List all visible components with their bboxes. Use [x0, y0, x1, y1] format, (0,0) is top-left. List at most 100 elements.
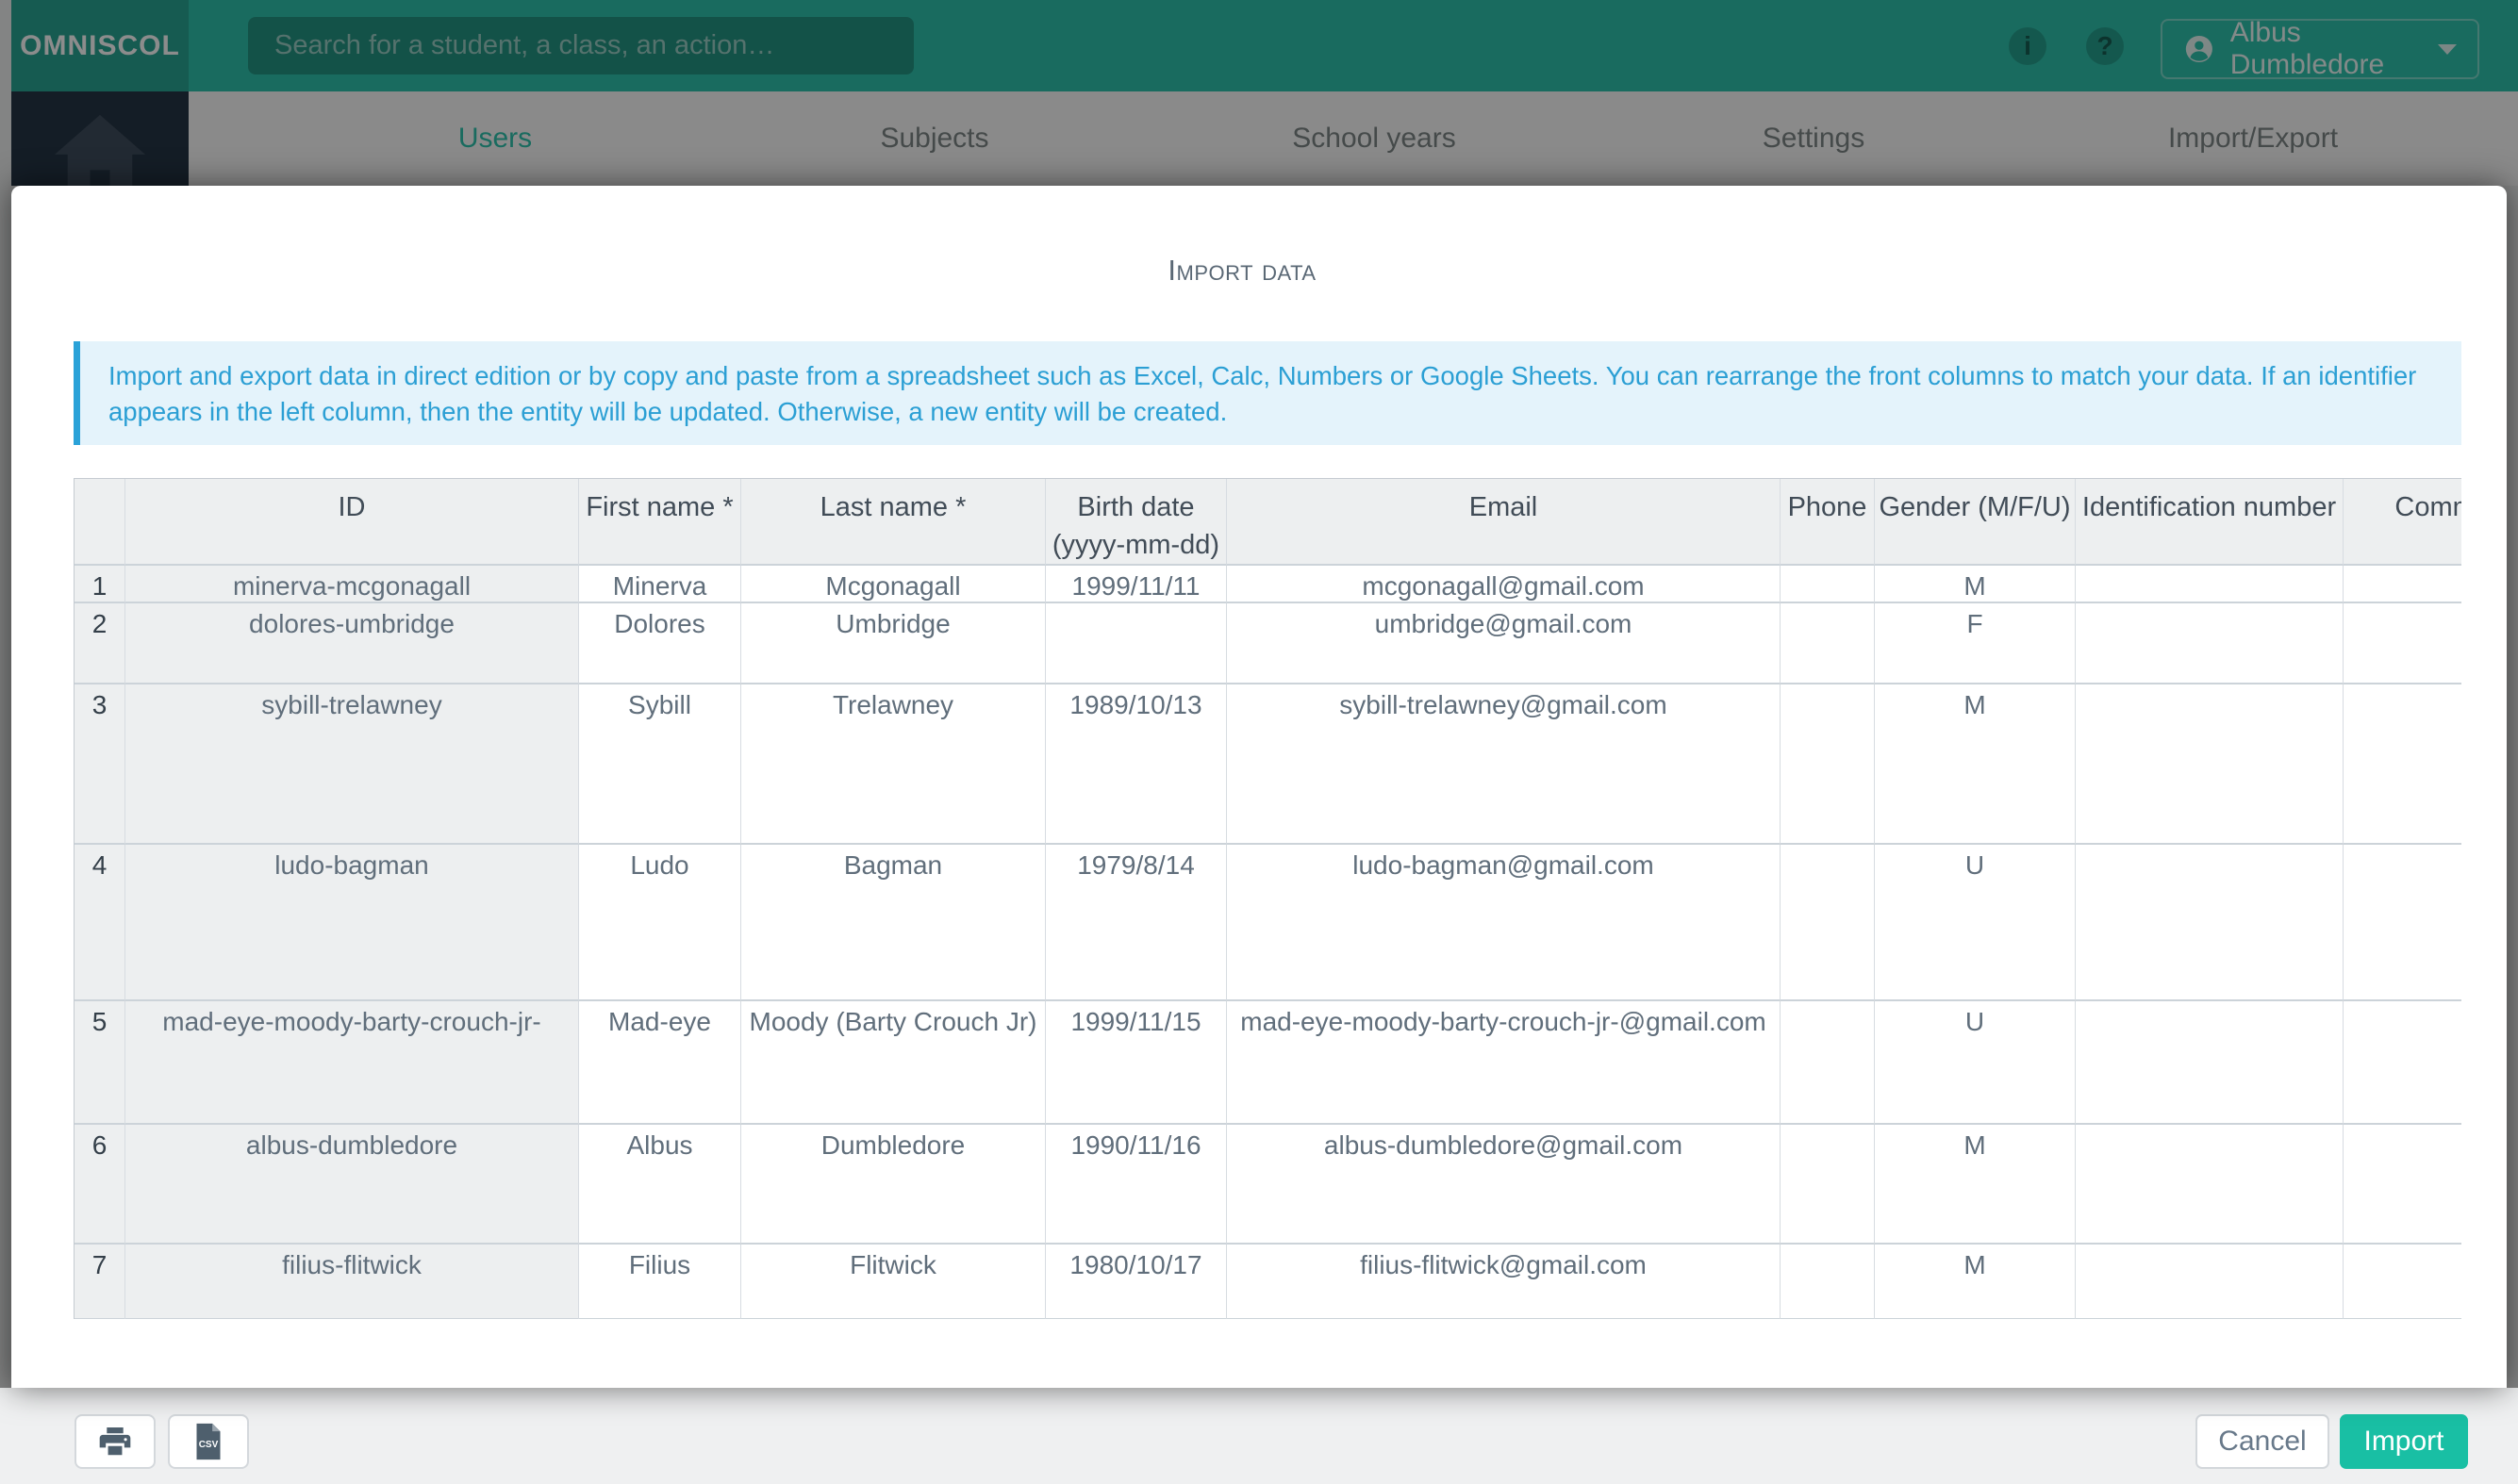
cell-phone[interactable]	[1781, 603, 1875, 684]
cell-gender[interactable]: M	[1875, 1125, 2076, 1245]
table-row: 1minerva-mcgonagallMinervaMcgonagall1999…	[75, 566, 2461, 603]
svg-text:CSV: CSV	[199, 1440, 219, 1450]
cell-id[interactable]: sybill-trelawney	[125, 684, 579, 845]
cell-first[interactable]: Albus	[579, 1125, 741, 1245]
cell-first[interactable]: Mad-eye	[579, 1001, 741, 1125]
cell-comment[interactable]	[2344, 845, 2461, 1001]
cell-num: 4	[75, 845, 125, 1001]
cell-id[interactable]: ludo-bagman	[125, 845, 579, 1001]
cell-comment[interactable]	[2344, 1125, 2461, 1245]
cell-last[interactable]: Mcgonagall	[741, 566, 1046, 603]
cell-last[interactable]: Umbridge	[741, 603, 1046, 684]
cell-email[interactable]: ludo-bagman@gmail.com	[1227, 845, 1781, 1001]
cell-id[interactable]: mad-eye-moody-barty-crouch-jr-	[125, 1001, 579, 1125]
cell-first[interactable]: Minerva	[579, 566, 741, 603]
cell-gender[interactable]: U	[1875, 1001, 2076, 1125]
cell-birth[interactable]: 1999/11/11	[1046, 566, 1227, 603]
import-data-dialog: Import data Import and export data in di…	[11, 186, 2507, 1388]
table-row: 3sybill-trelawneySybillTrelawney1989/10/…	[75, 684, 2461, 845]
dialog-footer: CSV Cancel Import	[0, 1388, 2518, 1484]
cell-num: 5	[75, 1001, 125, 1125]
cell-first[interactable]: Sybill	[579, 684, 741, 845]
cell-id[interactable]: filius-flitwick	[125, 1245, 579, 1319]
column-header-subtext: (yyyy-mm-dd)	[1046, 526, 1226, 564]
cell-email[interactable]: mcgonagall@gmail.com	[1227, 566, 1781, 603]
column-header-phone[interactable]: Phone	[1781, 479, 1875, 566]
cell-num: 2	[75, 603, 125, 684]
cell-gender[interactable]: M	[1875, 684, 2076, 845]
column-header-email[interactable]: Email	[1227, 479, 1781, 566]
column-header-id[interactable]: ID	[125, 479, 579, 566]
column-header-num	[75, 479, 125, 566]
cell-email[interactable]: albus-dumbledore@gmail.com	[1227, 1125, 1781, 1245]
table-row: 6albus-dumbledoreAlbusDumbledore1990/11/…	[75, 1125, 2461, 1245]
cell-birth[interactable]: 1990/11/16	[1046, 1125, 1227, 1245]
cell-email[interactable]: umbridge@gmail.com	[1227, 603, 1781, 684]
cell-phone[interactable]	[1781, 845, 1875, 1001]
column-header-first[interactable]: First name *	[579, 479, 741, 566]
cell-birth[interactable]	[1046, 603, 1227, 684]
cell-gender[interactable]: U	[1875, 845, 2076, 1001]
table-row: 7filius-flitwickFiliusFlitwick1980/10/17…	[75, 1245, 2461, 1319]
cell-last[interactable]: Dumbledore	[741, 1125, 1046, 1245]
cell-email[interactable]: filius-flitwick@gmail.com	[1227, 1245, 1781, 1319]
import-grid-container: IDFirst name *Last name *Birth date(yyyy…	[74, 478, 2461, 1319]
cell-last[interactable]: Moody (Barty Crouch Jr)	[741, 1001, 1046, 1125]
cell-gender[interactable]: M	[1875, 566, 2076, 603]
cell-birth[interactable]: 1980/10/17	[1046, 1245, 1227, 1319]
cell-comment[interactable]	[2344, 1245, 2461, 1319]
cancel-button[interactable]: Cancel	[2195, 1414, 2329, 1469]
cell-phone[interactable]	[1781, 684, 1875, 845]
cell-birth[interactable]: 1989/10/13	[1046, 684, 1227, 845]
printer-icon	[97, 1424, 133, 1459]
dialog-title: Import data	[11, 254, 2473, 288]
cell-comment[interactable]	[2344, 684, 2461, 845]
cell-num: 6	[75, 1125, 125, 1245]
cell-last[interactable]: Trelawney	[741, 684, 1046, 845]
column-header-idnum[interactable]: Identification number	[2076, 479, 2344, 566]
cell-idnum[interactable]	[2076, 566, 2344, 603]
cell-id[interactable]: dolores-umbridge	[125, 603, 579, 684]
column-header-comment[interactable]: Comments	[2344, 479, 2461, 566]
import-grid: IDFirst name *Last name *Birth date(yyyy…	[74, 478, 2461, 1319]
table-row: 5mad-eye-moody-barty-crouch-jr-Mad-eyeMo…	[75, 1001, 2461, 1125]
cell-gender[interactable]: F	[1875, 603, 2076, 684]
print-button[interactable]	[75, 1414, 156, 1469]
cell-comment[interactable]	[2344, 1001, 2461, 1125]
cell-idnum[interactable]	[2076, 1125, 2344, 1245]
column-header-gender[interactable]: Gender (M/F/U)	[1875, 479, 2076, 566]
import-button[interactable]: Import	[2340, 1414, 2468, 1469]
cell-first[interactable]: Filius	[579, 1245, 741, 1319]
cell-first[interactable]: Ludo	[579, 845, 741, 1001]
cell-birth[interactable]: 1979/8/14	[1046, 845, 1227, 1001]
cell-birth[interactable]: 1999/11/15	[1046, 1001, 1227, 1125]
cell-idnum[interactable]	[2076, 1245, 2344, 1319]
cell-idnum[interactable]	[2076, 684, 2344, 845]
column-header-last[interactable]: Last name *	[741, 479, 1046, 566]
cell-idnum[interactable]	[2076, 845, 2344, 1001]
cell-email[interactable]: sybill-trelawney@gmail.com	[1227, 684, 1781, 845]
cell-phone[interactable]	[1781, 1125, 1875, 1245]
cell-email[interactable]: mad-eye-moody-barty-crouch-jr-@gmail.com	[1227, 1001, 1781, 1125]
cell-idnum[interactable]	[2076, 603, 2344, 684]
file-csv-icon: CSV	[192, 1423, 224, 1460]
table-row: 4ludo-bagmanLudoBagman1979/8/14ludo-bagm…	[75, 845, 2461, 1001]
info-banner: Import and export data in direct edition…	[74, 341, 2461, 445]
cell-phone[interactable]	[1781, 1001, 1875, 1125]
export-csv-button[interactable]: CSV	[168, 1414, 249, 1469]
cell-comment[interactable]	[2344, 566, 2461, 603]
cell-phone[interactable]	[1781, 1245, 1875, 1319]
cell-num: 1	[75, 566, 125, 603]
cell-last[interactable]: Flitwick	[741, 1245, 1046, 1319]
cell-num: 7	[75, 1245, 125, 1319]
cell-comment[interactable]	[2344, 603, 2461, 684]
cell-phone[interactable]	[1781, 566, 1875, 603]
cell-id[interactable]: albus-dumbledore	[125, 1125, 579, 1245]
cell-id[interactable]: minerva-mcgonagall	[125, 566, 579, 603]
column-header-birth[interactable]: Birth date(yyyy-mm-dd)	[1046, 479, 1227, 566]
cell-last[interactable]: Bagman	[741, 845, 1046, 1001]
cell-first[interactable]: Dolores	[579, 603, 741, 684]
cell-idnum[interactable]	[2076, 1001, 2344, 1125]
cell-num: 3	[75, 684, 125, 845]
cell-gender[interactable]: M	[1875, 1245, 2076, 1319]
